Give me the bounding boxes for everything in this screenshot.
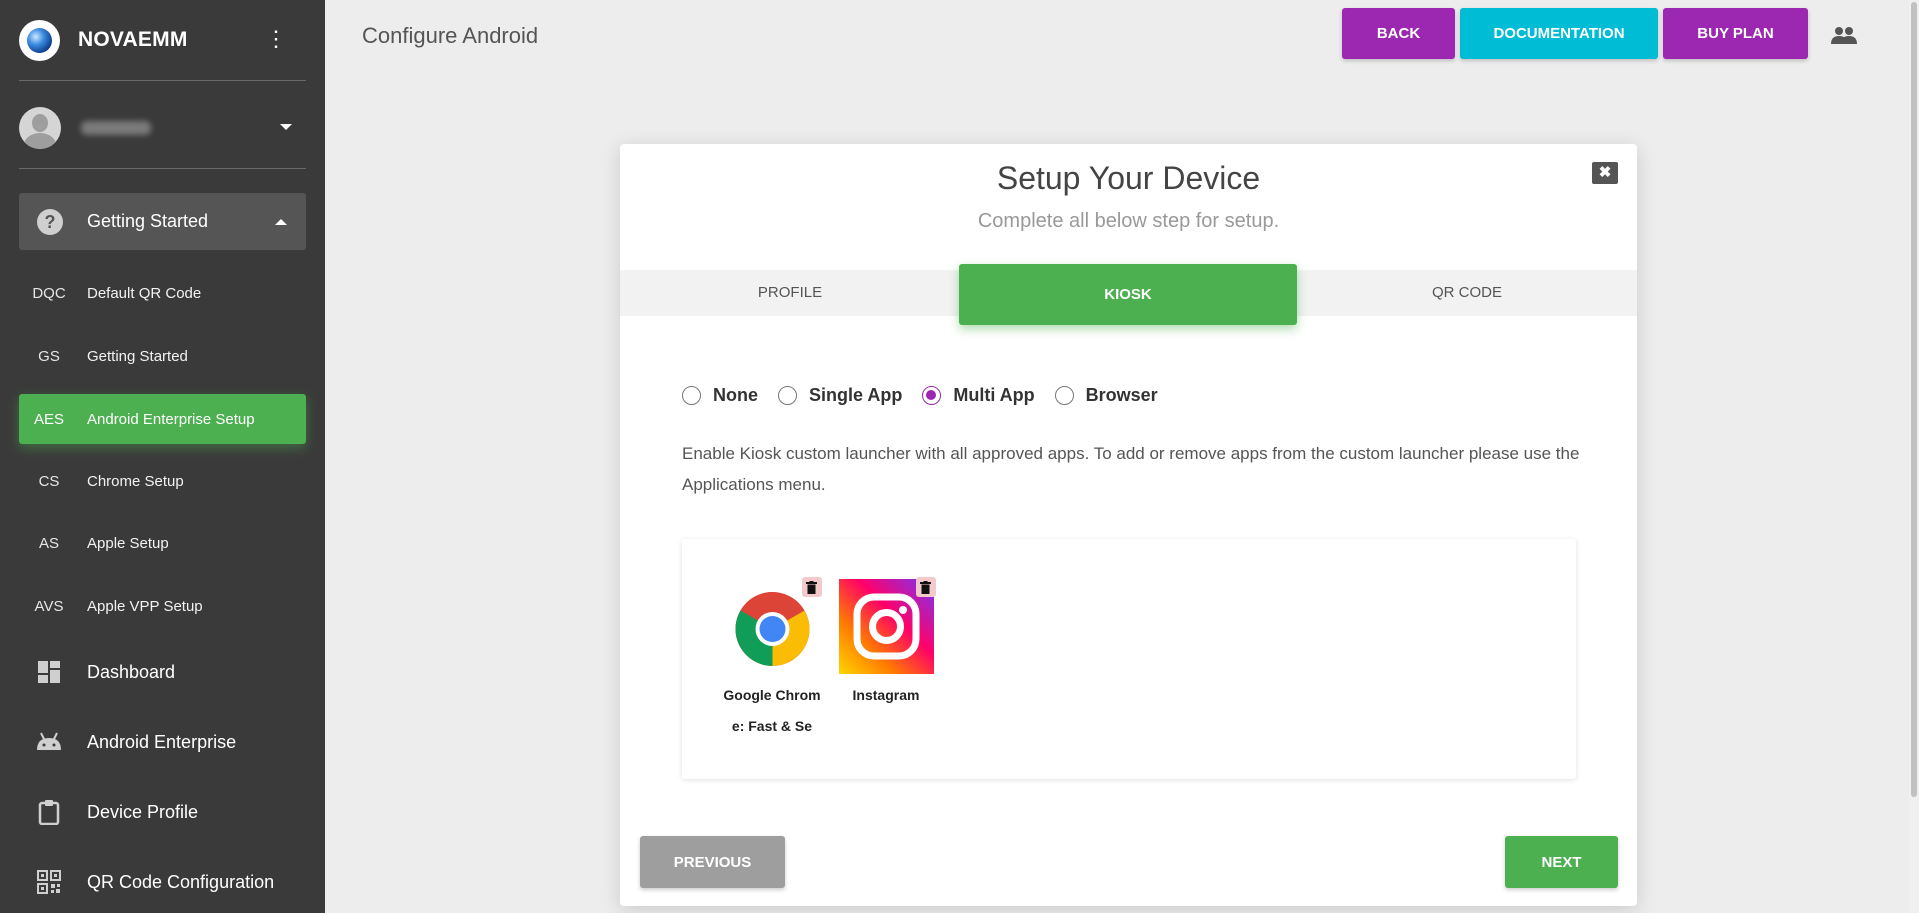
- radio-label: Single App: [809, 385, 903, 405]
- radio-browser[interactable]: Browser: [1054, 385, 1158, 406]
- kiosk-mode-options: None Single App Multi App Browser: [682, 385, 1178, 406]
- radio-single-app[interactable]: Single App: [778, 385, 902, 406]
- radio-button[interactable]: [682, 386, 701, 405]
- sidebar-item-apple-setup[interactable]: AS Apple Setup: [19, 518, 306, 568]
- sidebar-item-android-enterprise-setup[interactable]: AES Android Enterprise Setup: [19, 394, 306, 444]
- sidebar-item-label: Getting Started: [87, 347, 188, 365]
- sidebar-item-abbr: CS: [38, 472, 60, 490]
- tab-qr-code[interactable]: QR CODE: [1297, 270, 1637, 316]
- next-button[interactable]: NEXT: [1505, 836, 1618, 888]
- sidebar-item-label: Android Enterprise Setup: [87, 410, 255, 428]
- radio-none[interactable]: None: [682, 385, 758, 406]
- sidebar-item-default-qr-code[interactable]: DQC Default QR Code: [19, 268, 306, 318]
- sidebar-item-abbr: GS: [38, 347, 60, 365]
- user-name-blurred: [81, 121, 151, 135]
- sidebar-item-abbr: DQC: [32, 284, 66, 302]
- sidebar-item-label: Device Profile: [87, 801, 199, 822]
- scrollbar-thumb[interactable]: [1911, 2, 1917, 797]
- sidebar-item-abbr: AES: [33, 410, 64, 428]
- trash-icon: [920, 580, 931, 594]
- divider: [19, 80, 306, 81]
- app-tile-instagram[interactable]: Instagram: [836, 577, 936, 711]
- sidebar-item-device-profile[interactable]: Device Profile: [19, 787, 306, 837]
- sidebar-section-getting-started[interactable]: ? Getting Started: [19, 193, 306, 250]
- qr-code-icon: [19, 870, 79, 894]
- radio-button[interactable]: [778, 386, 797, 405]
- sidebar-item-label: Chrome Setup: [87, 472, 184, 490]
- sidebar-item-qr-code-configuration[interactable]: QR Code Configuration: [19, 857, 306, 907]
- app-name: Google Chrome: Fast & Se: [723, 687, 821, 734]
- modal-title: Setup Your Device: [996, 160, 1261, 196]
- sidebar-item-getting-started[interactable]: GS Getting Started: [19, 331, 306, 381]
- people-icon[interactable]: [1831, 26, 1857, 49]
- caret-up-icon: [275, 219, 287, 225]
- delete-app-button[interactable]: [801, 577, 822, 597]
- modal-subtitle: Complete all below step for setup.: [977, 210, 1280, 232]
- brand[interactable]: NOVAEMM ⋮: [19, 12, 306, 68]
- radio-label: Browser: [1085, 385, 1158, 405]
- back-button[interactable]: BACK: [1342, 8, 1455, 59]
- buy-plan-button[interactable]: BUY PLAN: [1663, 8, 1808, 59]
- setup-modal: ✖ Setup Your Device Complete all below s…: [620, 144, 1637, 906]
- brand-logo: [19, 19, 60, 61]
- sidebar-item-chrome-setup[interactable]: CS Chrome Setup: [19, 456, 306, 506]
- page-title: Configure Android: [362, 23, 539, 48]
- clipboard-icon: [19, 799, 79, 825]
- divider: [19, 168, 306, 169]
- kiosk-description: Enable Kiosk custom launcher with all ap…: [682, 444, 1580, 494]
- sidebar: NOVAEMM ⋮ ? Getting Started DQC Default …: [0, 0, 325, 913]
- help-icon: ?: [37, 208, 63, 235]
- tab-profile[interactable]: PROFILE: [620, 270, 960, 316]
- sidebar-item-label: Apple Setup: [87, 534, 169, 552]
- kiosk-apps-container: Google Chrome: Fast & Se Instagram: [682, 539, 1576, 779]
- sidebar-item-label: Dashboard: [87, 661, 176, 682]
- radio-label: None: [713, 385, 758, 405]
- avatar: [19, 107, 61, 149]
- tab-kiosk[interactable]: KIOSK: [959, 264, 1297, 325]
- radio-multi-app[interactable]: Multi App: [922, 385, 1035, 406]
- sidebar-item-label: Android Enterprise: [87, 731, 237, 752]
- android-icon: [19, 732, 79, 752]
- more-vert-icon[interactable]: ⋮: [265, 28, 287, 50]
- sidebar-item-label: QR Code Configuration: [87, 871, 275, 892]
- delete-app-button[interactable]: [915, 577, 936, 597]
- documentation-button[interactable]: DOCUMENTATION: [1460, 8, 1658, 59]
- setup-tabs: PROFILE KIOSK QR CODE: [620, 264, 1637, 325]
- brand-name: NOVAEMM: [78, 28, 188, 51]
- app-name: Instagram: [852, 687, 920, 703]
- app-tile-chrome[interactable]: Google Chrome: Fast & Se: [722, 577, 822, 742]
- sidebar-item-label: Apple VPP Setup: [87, 597, 203, 615]
- caret-down-icon[interactable]: [280, 124, 292, 130]
- radio-label: Multi App: [953, 385, 1035, 405]
- sidebar-item-apple-vpp-setup[interactable]: AVS Apple VPP Setup: [19, 581, 306, 631]
- previous-button[interactable]: PREVIOUS: [640, 836, 785, 888]
- radio-button[interactable]: [1054, 386, 1074, 405]
- trash-icon: [806, 580, 817, 594]
- sidebar-item-abbr: AVS: [34, 597, 64, 615]
- sidebar-item-dashboard[interactable]: Dashboard: [19, 647, 306, 697]
- sidebar-item-abbr: AS: [38, 534, 59, 552]
- sidebar-item-label: Default QR Code: [87, 284, 202, 302]
- radio-button[interactable]: [922, 386, 942, 405]
- page-scrollbar[interactable]: [1909, 0, 1919, 913]
- sidebar-item-android-enterprise[interactable]: Android Enterprise: [19, 717, 306, 767]
- sidebar-section-label: Getting Started: [87, 211, 209, 231]
- dashboard-icon: [19, 660, 79, 684]
- user-menu[interactable]: [19, 100, 306, 156]
